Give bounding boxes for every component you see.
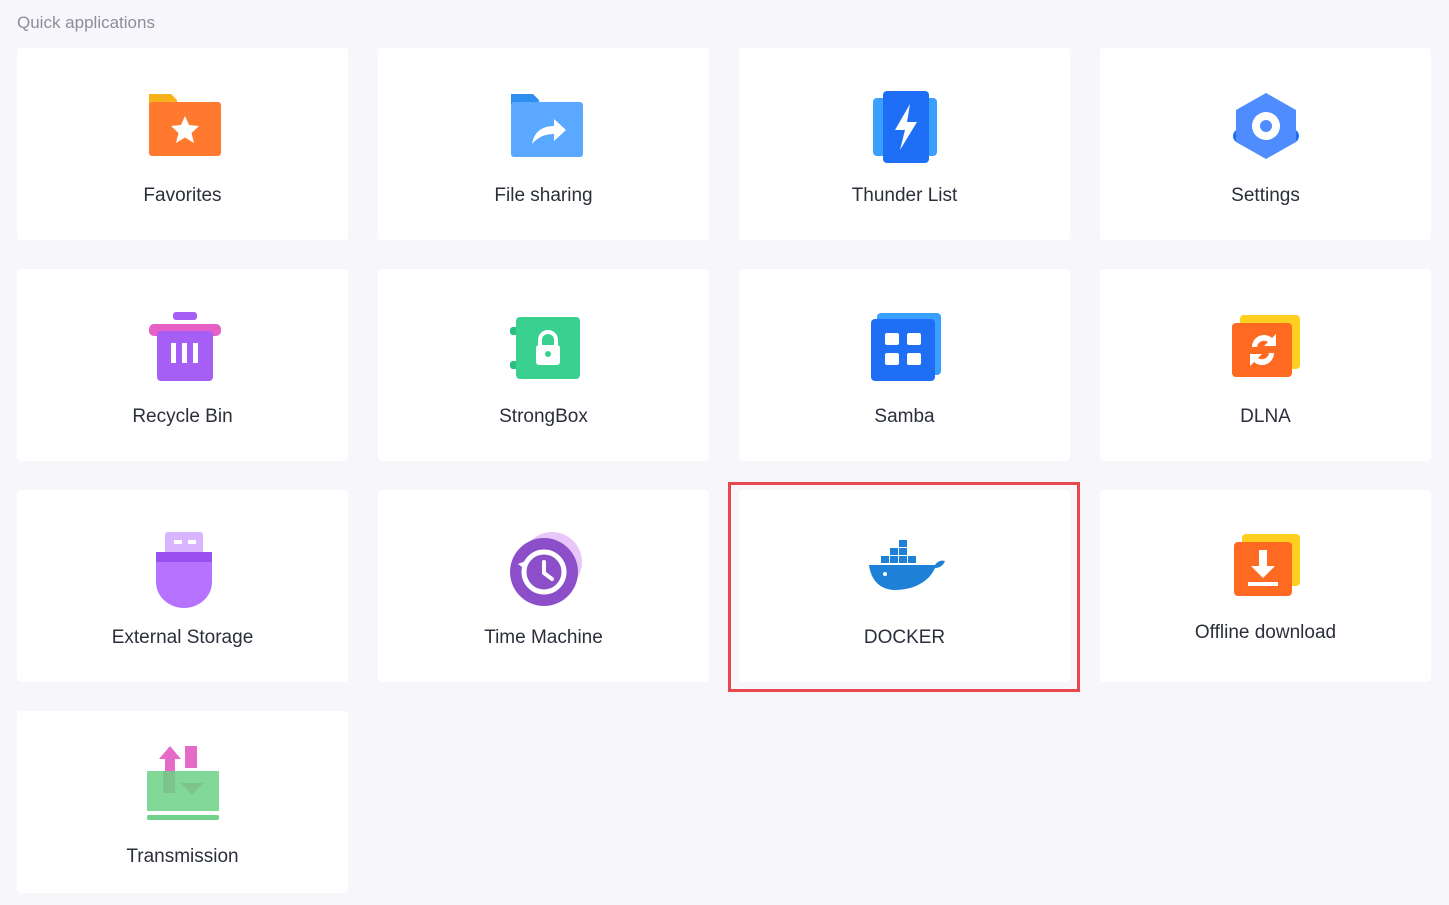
app-label: DOCKER xyxy=(863,627,946,648)
app-tile-thunder-list[interactable]: Thunder List xyxy=(739,48,1070,240)
thunder-lightning-icon xyxy=(865,88,945,168)
usb-drive-icon xyxy=(143,530,223,610)
app-label: Settings xyxy=(1231,185,1300,206)
docker-whale-icon xyxy=(865,530,945,610)
app-label: File sharing xyxy=(494,185,593,206)
dlna-sync-icon xyxy=(1226,309,1306,389)
app-tile-offline-download[interactable]: Offline download xyxy=(1100,490,1431,682)
app-label: DLNA xyxy=(1240,406,1291,427)
favorites-folder-star-icon xyxy=(143,88,223,168)
section-title: Quick applications xyxy=(17,13,155,32)
app-label: Thunder List xyxy=(851,185,958,206)
transmission-transfer-icon xyxy=(143,741,223,821)
app-tile-time-machine[interactable]: Time Machine xyxy=(378,490,709,682)
app-tile-external-storage[interactable]: External Storage xyxy=(17,490,348,682)
time-machine-clock-icon xyxy=(504,530,584,610)
app-label: Offline download xyxy=(1194,622,1337,643)
offline-download-icon xyxy=(1226,530,1306,610)
app-label: Recycle Bin xyxy=(132,406,233,427)
app-label: StrongBox xyxy=(499,406,588,427)
app-label: Transmission xyxy=(126,846,239,867)
app-label: External Storage xyxy=(111,627,254,648)
app-tile-transmission[interactable]: Transmission xyxy=(17,711,348,893)
app-tile-strongbox[interactable]: StrongBox xyxy=(378,269,709,461)
app-label: Time Machine xyxy=(484,627,603,648)
app-tile-recycle-bin[interactable]: Recycle Bin xyxy=(17,269,348,461)
recycle-bin-trash-icon xyxy=(143,309,223,389)
app-tile-docker[interactable]: DOCKER xyxy=(739,490,1070,682)
strongbox-lock-icon xyxy=(504,309,584,389)
app-label: Samba xyxy=(874,406,935,427)
app-tile-dlna[interactable]: DLNA xyxy=(1100,269,1431,461)
app-tile-file-sharing[interactable]: File sharing xyxy=(378,48,709,240)
app-tile-settings[interactable]: Settings xyxy=(1100,48,1431,240)
settings-gear-icon xyxy=(1226,88,1306,168)
app-label: Favorites xyxy=(143,185,222,206)
file-sharing-folder-icon xyxy=(504,88,584,168)
samba-share-icon xyxy=(865,309,945,389)
app-tile-samba[interactable]: Samba xyxy=(739,269,1070,461)
app-tile-favorites[interactable]: Favorites xyxy=(17,48,348,240)
